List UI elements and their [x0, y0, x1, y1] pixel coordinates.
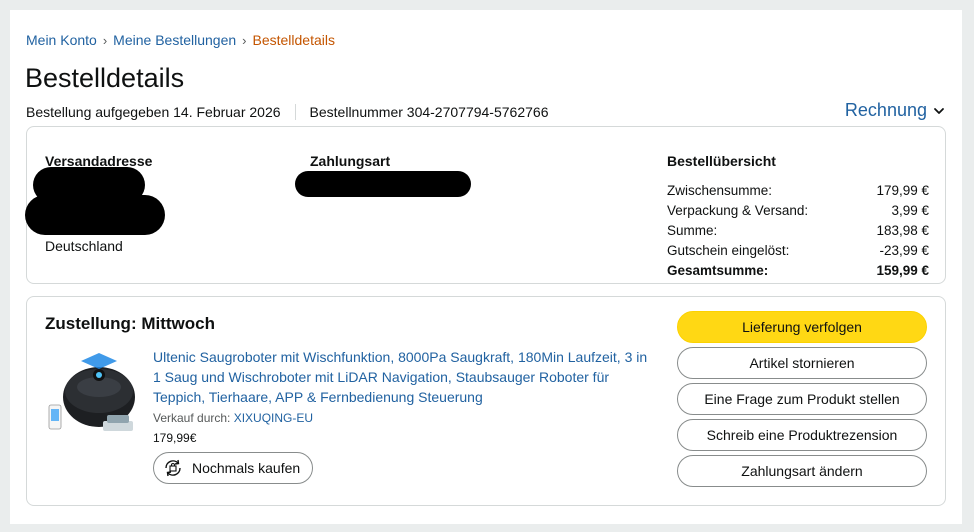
redacted-address: [25, 195, 165, 235]
invoice-dropdown[interactable]: Rechnung: [845, 100, 945, 121]
summary-row-total: Gesamtsumme: 159,99 €: [667, 261, 929, 281]
order-summary-heading: Bestellübersicht: [667, 153, 776, 169]
payment-method-heading: Zahlungsart: [310, 153, 391, 169]
product-title-link[interactable]: Ultenic Saugroboter mit Wischfunktion, 8…: [153, 347, 653, 407]
order-info-box: Versandadresse Deutschland Zahlungsart B…: [25, 126, 946, 284]
redacted-payment: [295, 171, 471, 197]
breadcrumb: Mein Konto › Meine Bestellungen › Bestel…: [26, 32, 335, 48]
breadcrumb-my-orders[interactable]: Meine Bestellungen: [113, 32, 236, 48]
order-meta: Bestellung aufgegeben 14. Februar 2026 B…: [26, 104, 548, 120]
shipping-country: Deutschland: [45, 238, 123, 254]
summary-value: -23,99 €: [879, 243, 929, 258]
delivery-box: Zustellung: Mittwoch Ultenic Saugroboter…: [26, 296, 946, 506]
buy-again-button[interactable]: Nochmals kaufen: [153, 452, 314, 484]
order-date: Bestellung aufgegeben 14. Februar 2026: [26, 104, 281, 120]
breadcrumb-my-account[interactable]: Mein Konto: [26, 32, 97, 48]
summary-value: 183,98 €: [876, 223, 929, 238]
delivery-heading: Zustellung: Mittwoch: [45, 314, 215, 333]
ask-product-question-button[interactable]: Eine Frage zum Produkt stellen: [677, 383, 927, 415]
summary-label: Gesamtsumme:: [667, 263, 769, 278]
seller-link[interactable]: XIXUQING-EU: [234, 411, 313, 425]
order-details-page: Mein Konto › Meine Bestellungen › Bestel…: [10, 10, 962, 524]
order-summary: Bestellübersicht Zwischensumme: 179,99 €…: [667, 153, 929, 281]
summary-row-subtotal: Zwischensumme: 179,99 €: [667, 181, 929, 201]
rebuy-icon: [165, 459, 181, 477]
cancel-items-button[interactable]: Artikel stornieren: [677, 347, 927, 379]
seller-info: Verkauf durch: XIXUQING-EU: [153, 411, 313, 425]
change-payment-button[interactable]: Zahlungsart ändern: [677, 455, 927, 487]
track-package-button[interactable]: Lieferung verfolgen: [677, 311, 927, 343]
breadcrumb-current: Bestelldetails: [252, 32, 336, 48]
invoice-label: Rechnung: [844, 100, 927, 120]
product-image[interactable]: [45, 347, 141, 441]
chevron-down-icon: [934, 107, 944, 114]
write-review-button[interactable]: Schreib eine Produktrezension: [677, 419, 927, 451]
summary-value: 179,99 €: [876, 183, 929, 198]
breadcrumb-separator: ›: [242, 32, 247, 48]
breadcrumb-separator: ›: [102, 32, 108, 48]
order-number: Bestellnummer 304-2707794-5762766: [309, 104, 549, 120]
buy-again-label: Nochmals kaufen: [192, 460, 301, 476]
summary-row-shipping: Verpackung & Versand: 3,99 €: [667, 201, 929, 221]
seller-prefix: Verkauf durch:: [153, 411, 234, 425]
page-title: Bestelldetails: [25, 63, 185, 93]
summary-label: Summe:: [667, 223, 718, 238]
summary-value: 159,99 €: [876, 263, 929, 278]
summary-row-voucher: Gutschein eingelöst: -23,99 €: [667, 241, 929, 261]
summary-label: Gutschein eingelöst:: [667, 243, 790, 258]
summary-value: 3,99 €: [891, 203, 929, 218]
summary-label: Verpackung & Versand:: [667, 203, 809, 218]
product-price: 179,99€: [153, 431, 197, 445]
order-actions: Lieferung verfolgen Artikel stornieren E…: [677, 311, 927, 491]
summary-label: Zwischensumme:: [667, 183, 773, 198]
summary-row-sum: Summe: 183,98 €: [667, 221, 929, 241]
meta-divider: [294, 104, 296, 120]
